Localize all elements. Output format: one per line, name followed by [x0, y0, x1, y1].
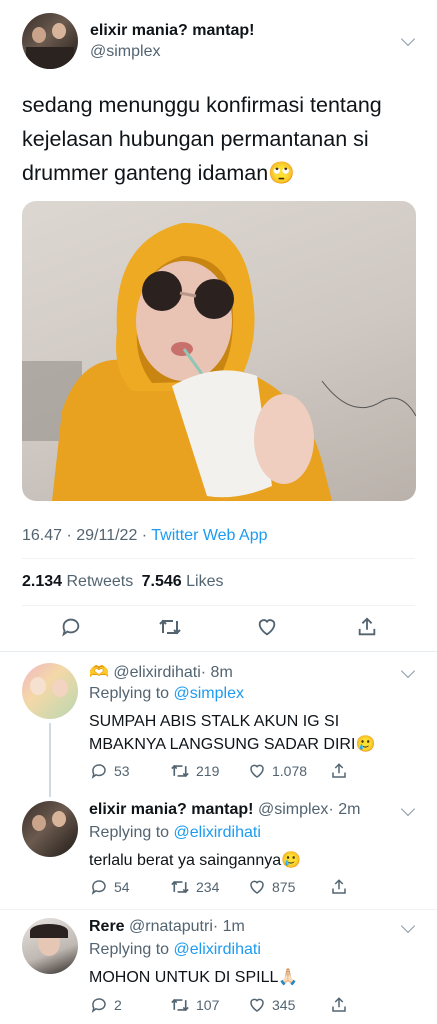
tweet-photo[interactable] — [22, 201, 416, 501]
share-action[interactable] — [330, 762, 348, 780]
reply-icon — [91, 764, 106, 779]
reply-text: MOHON UNTUK DI SPILL🙏🏻 — [89, 966, 389, 989]
chevron-down-icon[interactable] — [400, 801, 416, 817]
chevron-down-icon[interactable] — [400, 31, 416, 47]
author-handle[interactable]: @simplex — [90, 43, 160, 61]
divider — [22, 558, 415, 559]
share-action[interactable] — [330, 878, 348, 896]
reply-handle[interactable]: @elixirdihati — [113, 664, 200, 681]
chevron-down-icon[interactable] — [400, 918, 416, 934]
reply-icon — [91, 880, 106, 895]
photo-illustration — [22, 222, 416, 501]
reply-count: 53 — [114, 763, 130, 779]
retweet-icon — [171, 764, 189, 778]
like-count: 1.078 — [272, 763, 308, 779]
reply-text-content: MOHON UNTUK DI SPILL — [89, 969, 279, 986]
replying-to-link[interactable]: @elixirdihati — [174, 824, 261, 841]
like-icon — [250, 764, 264, 778]
tweet-stats: 2.134 Retweets 7.546 Likes — [22, 573, 224, 591]
like-action[interactable]: 345 — [248, 996, 295, 1014]
reply-avatar[interactable] — [22, 663, 78, 719]
replying-label: Replying to — [89, 824, 174, 841]
retweet-action[interactable]: 107 — [170, 996, 219, 1014]
retweet-action[interactable]: 234 — [170, 878, 219, 896]
reply-text-content: SUMPAH ABIS STALK AKUN IG SI MBAKNYA LAN… — [89, 713, 356, 753]
reply-time[interactable]: · 8m — [201, 664, 233, 681]
retweets-label[interactable]: Retweets — [67, 573, 134, 590]
tweet-timestamp: 16.47 · 29/11/22 · Twitter Web App — [22, 527, 267, 545]
like-count: 875 — [272, 879, 296, 895]
like-icon[interactable] — [256, 616, 278, 643]
reply-avatar[interactable] — [22, 801, 78, 857]
reply-handle[interactable]: @rnataputri — [129, 918, 213, 935]
reply-emoji: 🥲 — [281, 852, 302, 869]
reply-time[interactable]: · 2m — [328, 801, 360, 818]
retweet-count: 219 — [196, 763, 220, 779]
like-count: 345 — [272, 997, 296, 1013]
divider — [0, 651, 437, 652]
retweets-count[interactable]: 2.134 — [22, 573, 62, 590]
reply-header: Rere @rnataputri· 1m — [89, 918, 245, 936]
share-icon — [332, 997, 346, 1012]
reply-display-name[interactable]: Rere — [89, 918, 125, 935]
tweet-text: sedang menunggu konfirmasi tentang kejel… — [22, 88, 422, 190]
share-icon — [332, 763, 346, 778]
reply-action[interactable]: 53 — [90, 762, 130, 780]
tweet-emoji: 🙄 — [268, 161, 295, 185]
replying-to: Replying to @elixirdihati — [89, 941, 261, 959]
reply-time[interactable]: · 1m — [213, 918, 245, 935]
retweet-count: 234 — [196, 879, 220, 895]
replying-label: Replying to — [89, 941, 174, 958]
reply-icon[interactable] — [60, 616, 82, 643]
reply-header: elixir mania? mantap! @simplex· 2m — [89, 801, 360, 819]
reply-text: terlalu berat ya saingannya🥲 — [89, 849, 389, 872]
tweet-time: 16.47 · 29/11/22 · — [22, 527, 152, 544]
divider — [22, 605, 415, 606]
share-icon — [332, 879, 346, 894]
reply-text: SUMPAH ABIS STALK AKUN IG SI MBAKNYA LAN… — [89, 710, 389, 756]
like-action[interactable]: 1.078 — [248, 762, 307, 780]
reply-action[interactable]: 54 — [90, 878, 130, 896]
reply-count: 54 — [114, 879, 130, 895]
likes-label[interactable]: Likes — [186, 573, 223, 590]
hands-heart-emoji: 🫶 — [89, 664, 109, 681]
reply-header: 🫶 @elixirdihati· 8m — [89, 662, 233, 682]
like-icon — [250, 880, 264, 894]
retweet-action[interactable]: 219 — [170, 762, 219, 780]
like-action[interactable]: 875 — [248, 878, 295, 896]
author-display-name[interactable]: elixir mania? mantap! — [90, 22, 255, 40]
reply-handle[interactable]: @simplex — [258, 801, 328, 818]
tweet-source-link[interactable]: Twitter Web App — [151, 527, 267, 544]
retweet-icon — [171, 880, 189, 894]
reply-emoji: 🥲 — [355, 736, 376, 753]
replying-to: Replying to @simplex — [89, 685, 244, 703]
share-action[interactable] — [330, 996, 348, 1014]
retweet-icon[interactable] — [158, 616, 182, 643]
reply-avatar[interactable] — [22, 918, 78, 974]
retweet-icon — [171, 998, 189, 1012]
replying-to-link[interactable]: @simplex — [174, 685, 244, 702]
tweet-text-content: sedang menunggu konfirmasi tentang kejel… — [22, 93, 382, 185]
reply-count: 2 — [114, 997, 122, 1013]
replying-to-link[interactable]: @elixirdihati — [174, 941, 261, 958]
like-icon — [250, 998, 264, 1012]
chevron-down-icon[interactable] — [400, 663, 416, 679]
thread-line — [49, 723, 51, 797]
replying-to: Replying to @elixirdihati — [89, 824, 261, 842]
reply-action[interactable]: 2 — [90, 996, 122, 1014]
share-icon[interactable] — [356, 616, 378, 643]
author-avatar[interactable] — [22, 13, 78, 69]
replying-label: Replying to — [89, 685, 174, 702]
likes-count[interactable]: 7.546 — [142, 573, 182, 590]
reply-display-name[interactable]: elixir mania? mantap! — [89, 801, 254, 818]
divider — [0, 909, 437, 910]
reply-text-content: terlalu berat ya saingannya — [89, 852, 282, 869]
reply-emoji: 🙏🏻 — [278, 969, 299, 986]
retweet-count: 107 — [196, 997, 220, 1013]
reply-icon — [91, 998, 106, 1013]
